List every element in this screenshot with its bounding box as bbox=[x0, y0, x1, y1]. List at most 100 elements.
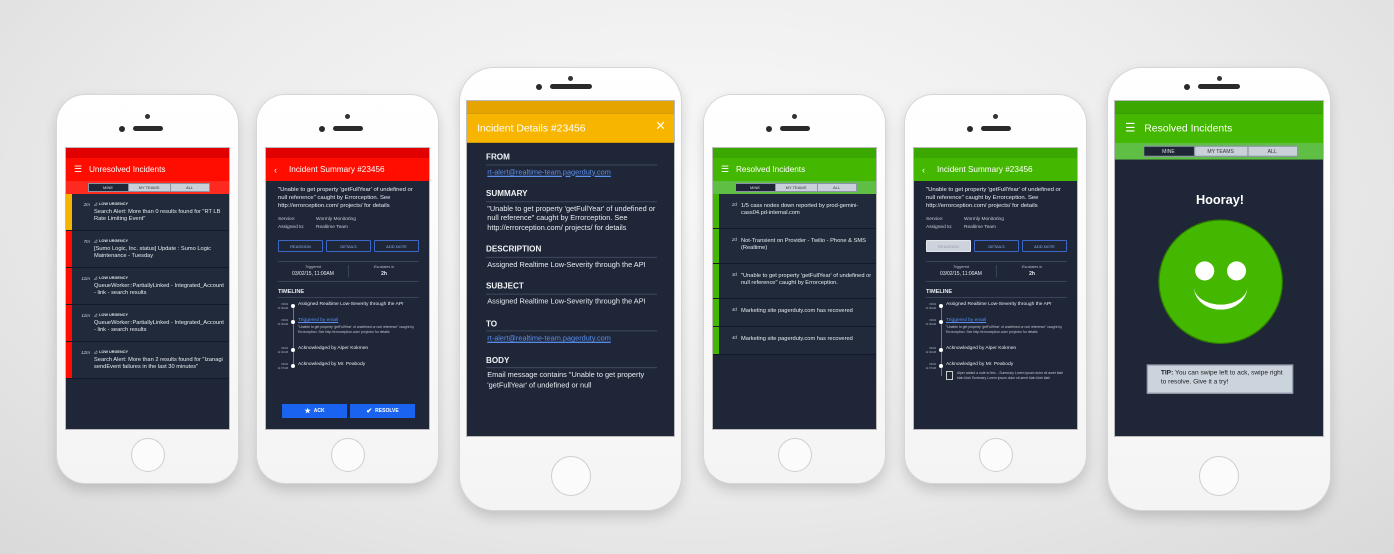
email-link[interactable]: rt-alert@realtime-team.pagerduty.com bbox=[486, 335, 657, 345]
email-link[interactable]: rt-alert@realtime-team.pagerduty.com bbox=[486, 169, 657, 179]
close-icon[interactable]: ✕ bbox=[655, 120, 666, 134]
tab-all[interactable]: ALL bbox=[817, 184, 856, 191]
chevron-left-icon[interactable]: ‹ bbox=[922, 165, 934, 175]
tab-all[interactable]: ALL bbox=[170, 184, 209, 191]
home-button[interactable] bbox=[978, 438, 1013, 472]
ack-button[interactable]: ★ ACK bbox=[282, 404, 347, 418]
details-section: SUMMARY "Unable to get property 'getFullY… bbox=[486, 190, 657, 235]
timeline-time: 11:07AM bbox=[277, 366, 288, 370]
chevron-left-icon[interactable]: ‹ bbox=[274, 165, 286, 175]
incident-row[interactable]: 2m ◿ LOW URGENCY Search Alert: More than 0 … bbox=[66, 194, 229, 231]
screen-content: ☰ Unresolved Incidents MINE MY TEAMS ALL 2m ◿ L… bbox=[66, 148, 229, 429]
timeline-date: 03/02 11:00AM bbox=[266, 302, 288, 310]
reassign-button[interactable]: REASSIGN bbox=[926, 240, 971, 252]
phone-screen: Incident Details #23456 ✕ FROM rt-alert@rea… bbox=[466, 100, 675, 437]
incident-row[interactable]: 4d Marketing site pagerduty.com has recov… bbox=[713, 299, 876, 327]
incident-age: 11m bbox=[81, 276, 90, 281]
home-button[interactable] bbox=[130, 438, 165, 472]
incident-row[interactable]: 12m ◿ LOW URGENCY Search Alert: More than 2… bbox=[66, 342, 229, 379]
home-button[interactable] bbox=[550, 456, 591, 496]
timeline-entry: 03/02 11:02AM Acknowledged by Alper Kokmen bbox=[914, 346, 1067, 354]
status-bar bbox=[266, 148, 429, 158]
incident-row[interactable]: 7m ◿ LOW URGENCY [Sumo Logic, Inc. status] … bbox=[66, 231, 229, 268]
incident-age: 4d bbox=[731, 335, 737, 340]
app-header: ‹ Incident Summary #23456 bbox=[266, 158, 429, 181]
timeline-event: Acknowledged by Mr. Peabody bbox=[298, 362, 366, 368]
tab-all[interactable]: ALL bbox=[1248, 146, 1297, 156]
front-sensor bbox=[792, 114, 797, 119]
tab-bar: MINE MY TEAMS ALL bbox=[713, 181, 876, 194]
timeline-event: Assigned Realtime Low-Severity through t… bbox=[298, 302, 404, 307]
incident-row[interactable]: 11m ◿ LOW URGENCY QueueWorker::PartiallyLin… bbox=[66, 305, 229, 342]
escalates-box: Escalates in 2h bbox=[997, 265, 1067, 277]
timeline-dot bbox=[291, 348, 295, 353]
urgency-label: ◿ LOW URGENCY bbox=[94, 238, 225, 243]
details-button[interactable]: DETAILS bbox=[326, 240, 371, 252]
field-row: Assigned to: Realtime Team bbox=[926, 225, 1067, 230]
timeline-dot bbox=[939, 304, 943, 308]
incident-body: Not-Transient on Provider - Twilio - Pho… bbox=[741, 229, 876, 263]
checkmark-icon: ✔ bbox=[366, 408, 373, 415]
incident-row[interactable]: 11m ◿ LOW URGENCY QueueWorker::PartiallyLin… bbox=[66, 268, 229, 305]
timeline-time: 11:02AM bbox=[277, 350, 288, 354]
hamburger-icon[interactable]: ☰ bbox=[74, 164, 86, 175]
tab-bar: MINE MY TEAMS ALL bbox=[66, 181, 229, 194]
tab-my-teams[interactable]: MY TEAMS bbox=[775, 184, 818, 191]
triggered-by-email-link[interactable]: Triggered by email bbox=[946, 318, 986, 323]
incident-body: "Unable to get property 'getFullYear' of… bbox=[741, 264, 876, 298]
timeline-date: 03/02 11:02AM bbox=[266, 346, 288, 354]
timeline-dot bbox=[939, 320, 943, 324]
incident-age: 12m bbox=[81, 350, 90, 355]
tip-box: TIP: You can swipe left to ack, swipe ri… bbox=[1146, 364, 1294, 394]
speaker-grille bbox=[779, 126, 810, 131]
phone-screen: ☰ Resolved Incidents MINE MY TEAMS ALL 2d 1/5 … bbox=[712, 147, 877, 430]
tab-mine[interactable]: MINE bbox=[735, 184, 776, 191]
tab-mine[interactable]: MINE bbox=[1143, 146, 1195, 156]
escalates-box: Escalates in 2h bbox=[349, 265, 419, 277]
smiley-face-icon bbox=[1158, 220, 1282, 343]
timeline-text: Acknowledged by Alper Kokmen bbox=[298, 346, 419, 354]
add-note-button[interactable]: ADD NOTE bbox=[374, 240, 419, 252]
incident-summary: "Unable to get property 'getFullYear' of… bbox=[914, 186, 1077, 381]
details-button[interactable]: DETAILS bbox=[974, 240, 1019, 252]
incident-row[interactable]: 3d "Unable to get property 'getFullYear' … bbox=[713, 264, 876, 299]
home-button[interactable] bbox=[330, 438, 365, 472]
incident-row[interactable]: 2d Not-Transient on Provider - Twilio - P… bbox=[713, 229, 876, 264]
section-value: Assigned Realtime Low-Severity through t… bbox=[487, 261, 646, 270]
incident-title: [Sumo Logic, Inc. status] Update : Sumo … bbox=[94, 246, 211, 259]
timeline-dot bbox=[939, 364, 943, 369]
add-note-button[interactable]: ADD NOTE bbox=[1022, 240, 1067, 252]
reassign-button[interactable]: REASSIGN bbox=[278, 240, 323, 252]
incident-description: "Unable to get property 'getFullYear' of… bbox=[278, 187, 413, 209]
tab-my-teams[interactable]: MY TEAMS bbox=[128, 184, 171, 191]
timeline-dot bbox=[291, 320, 295, 324]
phone-screen: ‹ Incident Summary #23456 "Unable to get p… bbox=[913, 147, 1078, 430]
escalates-label: Escalates in bbox=[373, 265, 395, 269]
triggered-box: Triggered 03/02/15, 11:00AM bbox=[278, 265, 349, 277]
incident-row[interactable]: 4d Marketing site pagerduty.com has recov… bbox=[713, 327, 876, 355]
incident-age: 2d bbox=[731, 202, 737, 207]
tab-my-teams[interactable]: MY TEAMS bbox=[1194, 146, 1248, 156]
trigger-info: Triggered 03/02/15, 11:00AM Escalates in 2h bbox=[278, 261, 419, 282]
timeline-entry: 03/02 11:07AM Acknowledged by Mr. Peabody bbox=[266, 362, 419, 370]
field-value: Realtime Team bbox=[964, 225, 996, 230]
incident-body: ◿ LOW URGENCY Search Alert: More than 0 re… bbox=[94, 194, 229, 230]
urgency-label: ◿ LOW URGENCY bbox=[94, 312, 225, 317]
phone-details: Incident Details #23456 ✕ FROM rt-alert@rea… bbox=[460, 68, 681, 510]
hamburger-icon[interactable]: ☰ bbox=[1125, 121, 1140, 135]
urgency-text: LOW URGENCY bbox=[99, 349, 128, 354]
hamburger-icon[interactable]: ☰ bbox=[721, 164, 733, 175]
timeline-dot bbox=[939, 348, 943, 353]
incident-row[interactable]: 2d 1/5 cass nodes down reported by prod-g… bbox=[713, 194, 876, 229]
home-button[interactable] bbox=[777, 438, 812, 472]
header-title: Resolved Incidents bbox=[736, 165, 806, 174]
escalates-label: Escalates in bbox=[1021, 265, 1043, 269]
resolve-button[interactable]: ✔ RESOLVE bbox=[350, 404, 415, 418]
tab-mine[interactable]: MINE bbox=[88, 184, 129, 191]
triggered-by-email-link[interactable]: Triggered by email bbox=[298, 318, 338, 323]
triggered-label: Triggered bbox=[305, 265, 321, 269]
incident-age: 2d bbox=[731, 237, 737, 242]
section-label: TO bbox=[486, 320, 657, 332]
home-button[interactable] bbox=[1199, 456, 1239, 496]
section-value: Email message contains "Unable to get pr… bbox=[487, 372, 645, 390]
